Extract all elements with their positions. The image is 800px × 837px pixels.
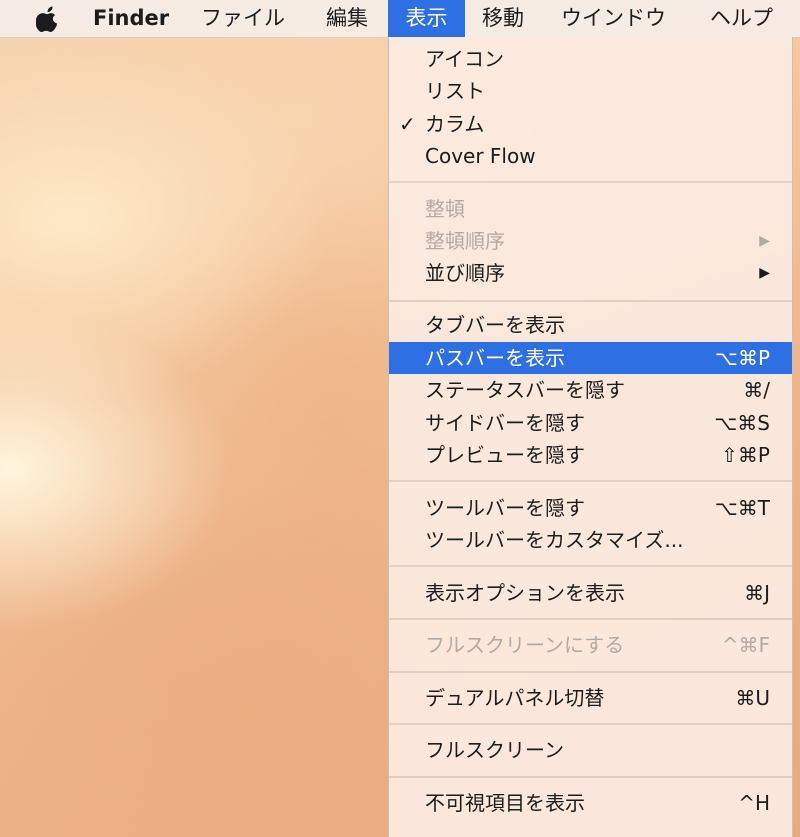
menu-item-clean-up: 整頓	[389, 193, 792, 225]
menu-view[interactable]: 表示	[388, 0, 465, 37]
menu-item-column-view[interactable]: ✓ カラム	[389, 108, 792, 140]
menu-item-label: リスト	[425, 79, 485, 103]
menu-item-list-view[interactable]: リスト	[389, 75, 792, 107]
shortcut-label: ⇧⌘P	[721, 443, 770, 467]
submenu-arrow-icon: ▶	[759, 233, 770, 249]
shortcut-label: ⌘J	[744, 581, 770, 605]
menu-item-label: デュアルパネル切替	[425, 686, 605, 710]
menu-item-label: 整頓	[425, 197, 465, 221]
menu-item-hide-status-bar[interactable]: ステータスバーを隠す ⌘/	[389, 374, 792, 406]
menu-item-show-view-options[interactable]: 表示オプションを表示 ⌘J	[389, 577, 792, 609]
menu-separator	[389, 776, 792, 778]
menu-item-icon-view[interactable]: アイコン	[389, 43, 792, 75]
menu-help[interactable]: ヘルプ	[710, 0, 773, 37]
checkmark-icon: ✓	[399, 112, 416, 136]
menu-item-label: 並び順序	[425, 261, 505, 285]
view-dropdown-menu: アイコン リスト ✓ カラム Cover Flow 整頓 整頓順序 ▶ 並び順序…	[388, 37, 793, 837]
menu-separator	[389, 671, 792, 673]
menu-app-finder[interactable]: Finder	[93, 0, 169, 37]
menu-item-label: フルスクリーン	[425, 738, 564, 762]
menu-item-show-hidden-items[interactable]: 不可視項目を表示 ^H	[389, 787, 792, 819]
menu-item-label: フルスクリーンにする	[425, 633, 625, 657]
menu-item-label: ステータスバーを隠す	[425, 378, 625, 402]
menu-item-label: タブバーを表示	[425, 313, 565, 337]
menu-window[interactable]: ウインドウ	[561, 0, 666, 37]
menu-separator	[389, 181, 792, 183]
menu-separator	[389, 723, 792, 725]
apple-icon[interactable]	[36, 5, 60, 33]
menu-item-label: カラム	[425, 112, 485, 136]
menu-item-full-screen[interactable]: フルスクリーン	[389, 734, 792, 766]
menu-separator	[389, 565, 792, 567]
menu-item-label: ツールバーをカスタマイズ...	[425, 528, 684, 552]
shortcut-label: ⌥⌘T	[714, 496, 770, 520]
menu-go[interactable]: 移動	[482, 0, 524, 37]
menu-item-label: 整頓順序	[425, 229, 505, 253]
menu-item-label: プレビューを隠す	[425, 443, 585, 467]
shortcut-label: ⌥⌘S	[714, 411, 770, 435]
shortcut-label: ⌘U	[735, 686, 770, 710]
menu-item-label: サイドバーを隠す	[425, 411, 585, 435]
menu-item-label: パスバーを表示	[425, 346, 565, 370]
menu-item-hide-sidebar[interactable]: サイドバーを隠す ⌥⌘S	[389, 407, 792, 439]
menu-bar: Finder ファイル 編集 表示 移動 ウインドウ ヘルプ	[0, 0, 800, 38]
menu-item-enter-full-screen: フルスクリーンにする ^⌘F	[389, 629, 792, 661]
menu-item-show-tab-bar[interactable]: タブバーを表示	[389, 309, 792, 341]
menu-item-clean-up-by: 整頓順序 ▶	[389, 225, 792, 257]
menu-item-hide-preview[interactable]: プレビューを隠す ⇧⌘P	[389, 439, 792, 471]
submenu-arrow-icon: ▶	[759, 265, 770, 281]
menu-edit[interactable]: 編集	[326, 0, 368, 37]
menu-item-label: ツールバーを隠す	[425, 496, 585, 520]
menu-item-label: アイコン	[425, 47, 504, 71]
menu-item-sort-by[interactable]: 並び順序 ▶	[389, 257, 792, 289]
menu-item-label: Cover Flow	[425, 144, 536, 168]
menu-item-cover-flow[interactable]: Cover Flow	[389, 140, 792, 172]
menu-separator	[389, 480, 792, 482]
menu-item-label: 不可視項目を表示	[425, 791, 585, 815]
menu-item-hide-toolbar[interactable]: ツールバーを隠す ⌥⌘T	[389, 492, 792, 524]
menu-item-label: 表示オプションを表示	[425, 581, 625, 605]
shortcut-label: ⌘/	[743, 378, 770, 402]
menu-file[interactable]: ファイル	[201, 0, 285, 37]
menu-separator	[389, 300, 792, 302]
shortcut-label: ^⌘F	[721, 633, 770, 657]
menu-item-customize-toolbar[interactable]: ツールバーをカスタマイズ...	[389, 524, 792, 556]
shortcut-label: ⌥⌘P	[714, 346, 770, 370]
shortcut-label: ^H	[738, 791, 770, 815]
menu-item-show-path-bar[interactable]: パスバーを表示 ⌥⌘P	[389, 342, 792, 374]
menu-item-dual-panel-toggle[interactable]: デュアルパネル切替 ⌘U	[389, 682, 792, 714]
menu-separator	[389, 618, 792, 620]
